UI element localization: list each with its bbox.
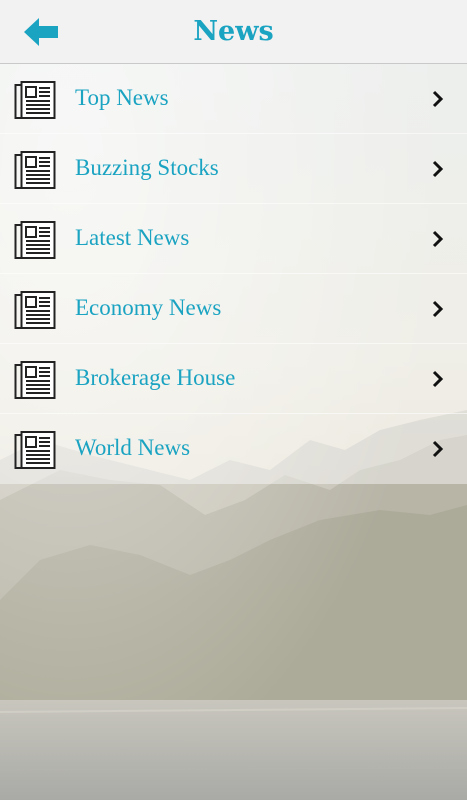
list-item-top-news[interactable]: Top News [0, 64, 467, 134]
newspaper-icon [14, 431, 56, 469]
chevron-right-icon [432, 160, 444, 178]
chevron-right-icon [432, 230, 444, 248]
header-bar: News [0, 0, 467, 64]
chevron-right-icon [432, 440, 444, 458]
newspaper-icon [14, 221, 56, 259]
newspaper-icon [14, 291, 56, 329]
newspaper-icon [14, 151, 56, 189]
list-item-label: Top News [75, 85, 169, 110]
list-item-brokerage-house[interactable]: Brokerage House [0, 344, 467, 414]
list-item-world-news[interactable]: World News [0, 414, 467, 484]
list-item-label: Buzzing Stocks [75, 155, 219, 180]
chevron-right-icon [432, 90, 444, 108]
list-item-label: Latest News [75, 225, 190, 250]
chevron-right-icon [432, 370, 444, 388]
list-item-buzzing-stocks[interactable]: Buzzing Stocks [0, 134, 467, 204]
arrow-left-icon [24, 18, 58, 46]
news-category-list: Top News Buzzing Stocks Latest News Econ… [0, 64, 467, 484]
list-item-label: World News [75, 435, 191, 460]
news-screen: News Top News Buzzing Stocks Latest News… [0, 0, 467, 800]
chevron-right-icon [432, 300, 444, 318]
newspaper-icon [14, 81, 56, 119]
page-title: News [193, 16, 274, 47]
back-button[interactable] [18, 12, 66, 52]
list-item-label: Economy News [75, 295, 222, 320]
list-item-latest-news[interactable]: Latest News [0, 204, 467, 274]
newspaper-icon [14, 361, 56, 399]
list-item-economy-news[interactable]: Economy News [0, 274, 467, 344]
list-item-label: Brokerage House [75, 365, 236, 390]
